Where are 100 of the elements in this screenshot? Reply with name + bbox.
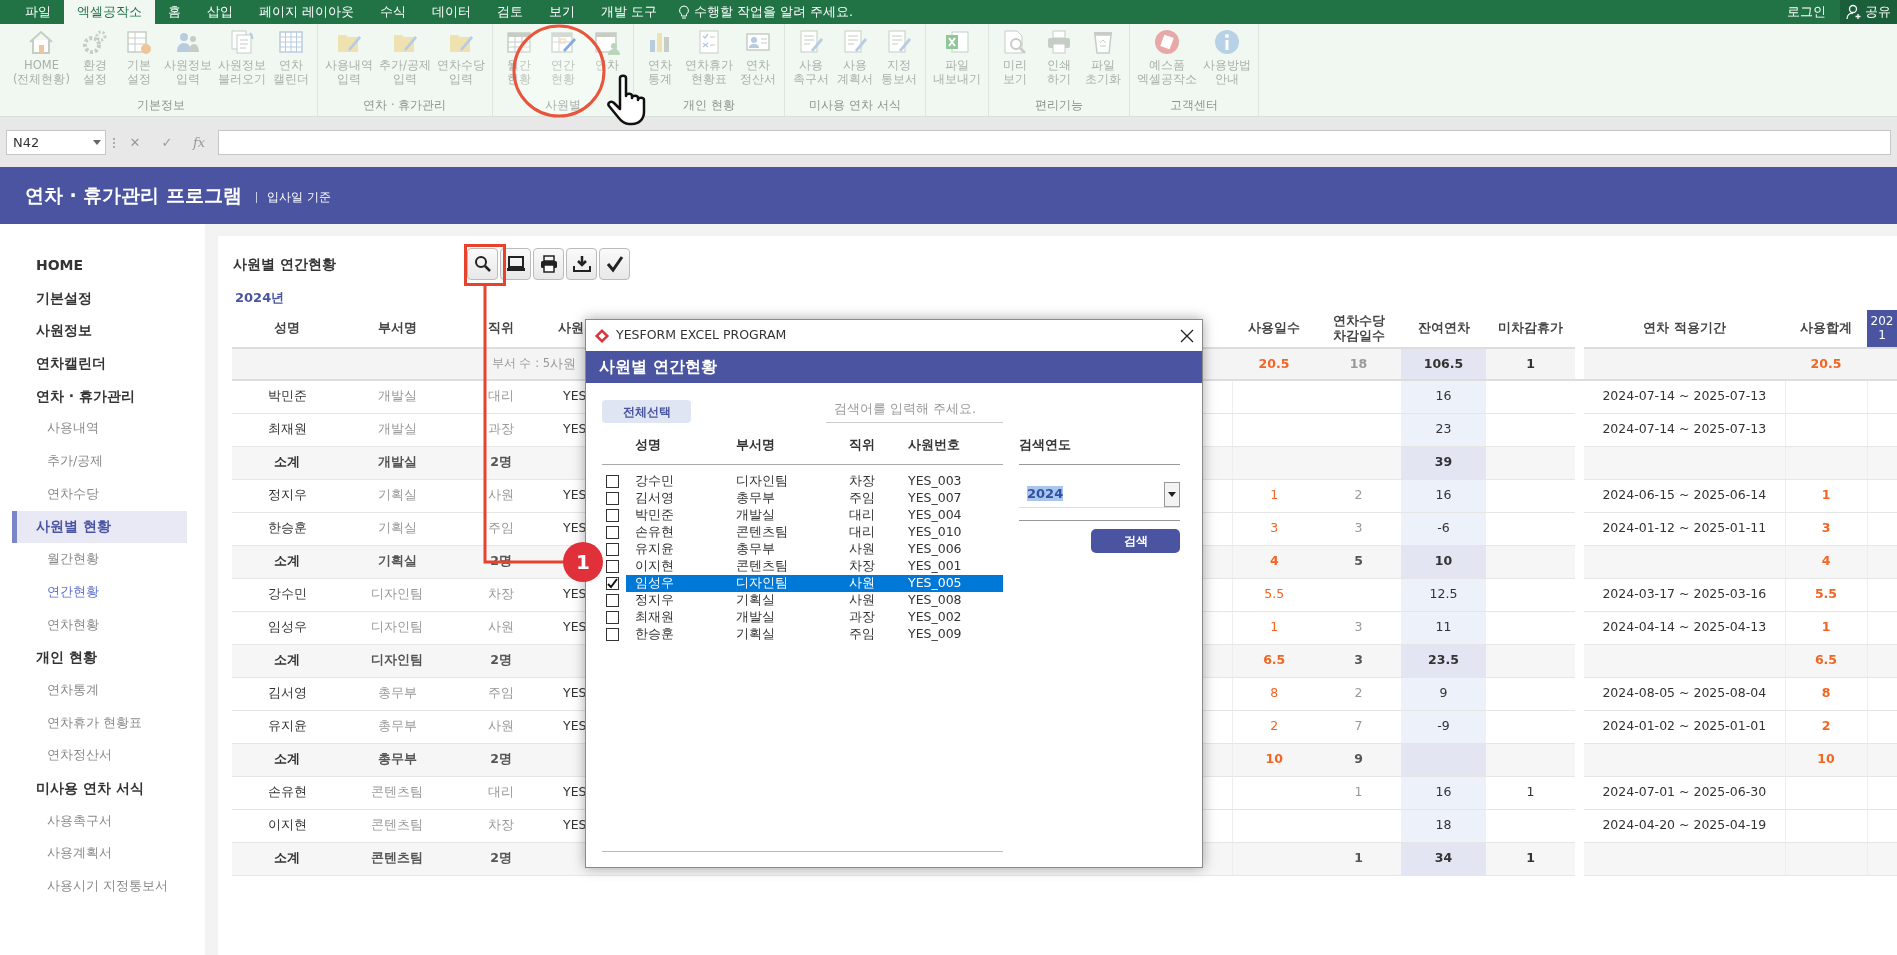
ribbon-button[interactable]: 사용내역 입력 xyxy=(322,28,376,97)
menu-tab[interactable]: 파일 xyxy=(12,0,64,24)
checkbox[interactable] xyxy=(606,594,619,607)
ribbon-button[interactable]: HOME (전체현황) xyxy=(10,28,73,97)
table-cell: 5 xyxy=(1316,545,1401,578)
menu-tab[interactable]: 홈 xyxy=(155,0,194,24)
menu-tab[interactable]: 검토 xyxy=(484,0,536,24)
sidebar-subitem[interactable]: 연차휴가 현황표 xyxy=(0,706,205,740)
list-row[interactable]: 박민준 개발실 대리 YES_004 xyxy=(626,507,1003,524)
search-button[interactable] xyxy=(467,248,498,280)
table-cell: 기획실 xyxy=(342,479,452,512)
ribbon-button[interactable]: 기본 설정 xyxy=(117,28,161,97)
menu-tab[interactable]: 보기 xyxy=(536,0,588,24)
checkbox[interactable] xyxy=(606,475,619,488)
enter-button[interactable]: ✓ xyxy=(154,130,180,167)
ribbon-button[interactable]: 지정 통보서 xyxy=(876,28,921,97)
ribbon-button[interactable]: 사원정보 불러오기 xyxy=(215,28,269,97)
ribbon-button[interactable]: 사용 촉구서 xyxy=(788,28,833,97)
list-row[interactable]: 정지우 기획실 사원 YES_008 xyxy=(626,592,1003,609)
sidebar-item[interactable]: 연차 · 휴가관리 xyxy=(0,379,205,413)
sidebar-subitem[interactable]: 사용시기 지정통보서 xyxy=(0,870,205,903)
menu-tab[interactable]: 데이터 xyxy=(419,0,484,24)
tell-me-search[interactable]: 수행할 작업을 알려 주세요. xyxy=(693,2,853,22)
ribbon-button[interactable]: 사용 계획서 xyxy=(832,28,877,97)
download-button[interactable] xyxy=(566,248,597,280)
checkbox[interactable] xyxy=(606,526,619,539)
checkbox[interactable] xyxy=(606,492,619,505)
menu-tab[interactable]: 개발 도구 xyxy=(588,0,670,24)
column-header: 직위 xyxy=(848,435,876,454)
table-cell: 2 xyxy=(1232,710,1316,743)
table-cell: 소계 xyxy=(232,446,342,479)
ribbon-button[interactable]: 사원정보 입력 xyxy=(161,28,215,97)
ribbon-button[interactable]: 연차 캘린더 xyxy=(269,28,313,97)
ribbon-button[interactable]: 예스폼 엑셀공작소 xyxy=(1133,28,1200,97)
sidebar-subitem[interactable]: 월간현황 xyxy=(0,543,205,576)
search-button[interactable]: 검색 xyxy=(1091,529,1180,553)
table-cell: 사원 xyxy=(452,611,550,644)
list-row[interactable]: 한승훈 기획실 주임 YES_009 xyxy=(626,626,1003,643)
close-button[interactable] xyxy=(1180,328,1194,343)
cancel-button[interactable]: ✕ xyxy=(122,130,148,167)
ribbon-button[interactable]: 환경 설정 xyxy=(73,28,117,97)
checkbox[interactable] xyxy=(606,611,619,624)
table-cell: 2024-07-14 ~ 2025-07-13 xyxy=(1584,413,1785,446)
sidebar-subitem[interactable]: 연차정산서 xyxy=(0,739,205,772)
menu-tab[interactable]: 엑셀공작소 xyxy=(64,0,155,24)
ribbon-button[interactable]: 미리 보기 xyxy=(992,28,1037,97)
table-cell: 개발실 xyxy=(342,446,452,479)
sidebar-item[interactable]: 사원정보 xyxy=(0,314,205,348)
table-cell: 사원 xyxy=(452,479,550,512)
checkbox[interactable] xyxy=(606,543,619,556)
list-row[interactable]: 최재원 개발실 과장 YES_002 xyxy=(626,609,1003,626)
sidebar-subitem[interactable]: 추가/공제 xyxy=(0,445,205,478)
sidebar-subitem[interactable]: 사용계획서 xyxy=(0,837,205,871)
list-row[interactable]: 손유현 콘텐츠팀 대리 YES_010 xyxy=(626,524,1003,541)
ribbon-button[interactable]: 파일 초기화 xyxy=(1080,28,1125,97)
sidebar-item[interactable]: 사원별 현황 xyxy=(12,510,187,544)
checkbox[interactable] xyxy=(606,509,619,522)
insert-function-button[interactable]: fx xyxy=(186,130,212,167)
checkbox[interactable] xyxy=(606,628,619,641)
sidebar-subitem[interactable]: 연차수당 xyxy=(0,477,205,511)
ribbon-button[interactable]: 사용방법 안내 xyxy=(1199,28,1254,97)
sidebar-subitem[interactable]: 연간현황 xyxy=(0,575,205,609)
sidebar-item[interactable]: 개인 현황 xyxy=(0,641,205,674)
list-row[interactable]: 이지현 콘텐츠팀 차장 YES_001 xyxy=(626,558,1003,575)
list-row[interactable]: 유지윤 총무부 사원 YES_006 xyxy=(626,541,1003,558)
list-row[interactable]: 임성우 디자인팀 사원 YES_005 xyxy=(626,575,1003,592)
monitor-button[interactable] xyxy=(500,248,531,280)
menu-tab[interactable]: 삽입 xyxy=(194,0,246,24)
sidebar-subitem[interactable]: 연차통계 xyxy=(0,673,205,707)
menu-tab[interactable]: 페이지 레이아웃 xyxy=(246,0,367,24)
ribbon-button[interactable]: 추가/공제 입력 xyxy=(376,28,434,97)
share-button[interactable]: 공유 xyxy=(1840,0,1897,24)
ribbon-button[interactable]: 인쇄 하기 xyxy=(1036,28,1081,97)
sidebar-item[interactable]: 미사용 연차 서식 xyxy=(0,772,205,805)
sidebar-item[interactable]: 기본설정 xyxy=(0,281,205,315)
checkbox[interactable] xyxy=(606,577,619,590)
year-dropdown[interactable]: 2024 xyxy=(1019,481,1180,508)
ribbon-button[interactable]: 연차휴가 현황표 xyxy=(681,28,736,97)
ribbon-button[interactable]: 연차수당 입력 xyxy=(433,28,488,97)
ribbon-button[interactable]: 연차 통계 xyxy=(637,28,682,97)
sidebar-item[interactable]: 연차캘린더 xyxy=(0,347,205,380)
select-all-button[interactable]: 전체선택 xyxy=(602,400,691,423)
sidebar-subitem[interactable]: 사용촉구서 xyxy=(0,804,205,838)
checkbox[interactable] xyxy=(606,560,619,573)
formula-input[interactable] xyxy=(218,130,1891,155)
check-button[interactable] xyxy=(599,248,630,280)
login-link[interactable]: 로그인 xyxy=(1787,2,1826,22)
sidebar-item[interactable]: HOME xyxy=(0,249,205,282)
name-box[interactable]: N42 xyxy=(6,130,106,155)
close-icon xyxy=(1180,328,1194,343)
sidebar-subitem[interactable]: 사용내역 xyxy=(0,412,205,446)
ribbon-button[interactable]: 연차 정산서 xyxy=(735,28,780,97)
menu-tab[interactable]: 수식 xyxy=(367,0,419,24)
table-cell: 6.5 xyxy=(1232,644,1316,677)
print-button[interactable] xyxy=(533,248,564,280)
list-row[interactable]: 강수민 디자인팀 차장 YES_003 xyxy=(626,473,1003,490)
table-cell: 디자인팀 xyxy=(342,644,452,677)
sidebar-subitem[interactable]: 연차현황 xyxy=(0,608,205,642)
ribbon-button[interactable]: 파일 내보내기 xyxy=(929,28,984,97)
list-row[interactable]: 김서영 총무부 주임 YES_007 xyxy=(626,490,1003,507)
